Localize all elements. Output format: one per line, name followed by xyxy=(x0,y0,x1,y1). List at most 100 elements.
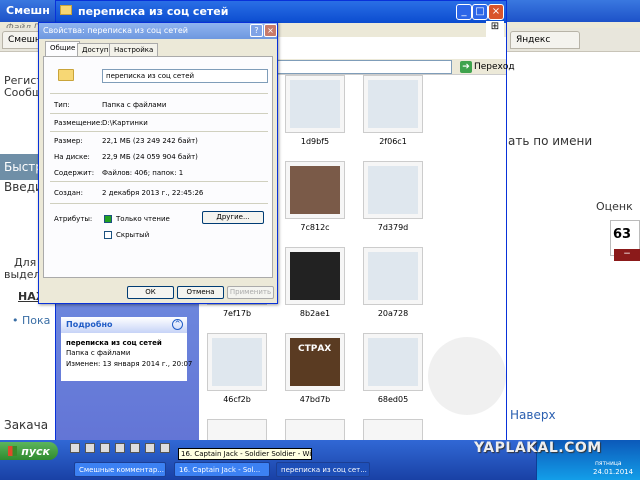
help-icon[interactable]: ? xyxy=(250,24,263,37)
go-arrow-icon: ➔ xyxy=(460,61,472,73)
cancel-button[interactable]: Отмена xyxy=(177,286,224,299)
page-link[interactable]: • Пока xyxy=(12,314,50,327)
tray-day: пятница xyxy=(595,460,622,467)
attributes-label: Атрибуты: xyxy=(54,215,93,223)
prop-value: D:\Картинки xyxy=(102,119,148,127)
start-button[interactable]: пуск xyxy=(0,442,58,460)
prop-label: Создан: xyxy=(54,189,83,197)
divider xyxy=(50,181,268,182)
thumbnail-label: 2f06c1 xyxy=(379,137,407,146)
address-input[interactable] xyxy=(274,60,452,74)
thumbnail[interactable] xyxy=(207,419,267,441)
prop-value: 2 декабря 2013 г., 22:45:26 xyxy=(102,189,204,197)
prop-label: Содержит: xyxy=(54,169,95,177)
quick-launch xyxy=(70,443,170,453)
details-title: Подробно xyxy=(66,320,113,329)
divider xyxy=(50,203,268,204)
close-icon[interactable]: × xyxy=(488,4,504,20)
winamp-tooltip: 16. Captain Jack - Soldier Soldier - Win… xyxy=(178,448,312,460)
divider xyxy=(50,131,268,132)
details-modified: Изменен: 13 января 2014 г., 20:07 xyxy=(66,360,193,368)
minimize-icon[interactable]: _ xyxy=(456,4,472,20)
close-icon[interactable]: × xyxy=(264,24,277,37)
readonly-label: Только чтение xyxy=(116,215,170,223)
dialog-title: Свойства: переписка из соц сетей xyxy=(39,23,277,39)
browser-tab[interactable]: Яндекс xyxy=(510,31,580,49)
thumbnail[interactable] xyxy=(285,161,345,219)
prop-value: Файлов: 406; папок: 1 xyxy=(102,169,184,177)
tab-customize[interactable]: Настройка xyxy=(109,43,159,57)
hidden-checkbox[interactable] xyxy=(104,231,112,239)
go-button[interactable]: ➔ Переход xyxy=(458,59,517,75)
folder-icon xyxy=(60,5,72,15)
thumbnail-label: 46cf2b xyxy=(223,395,251,404)
thumbnail[interactable] xyxy=(363,247,423,305)
windows-logo-icon xyxy=(8,446,18,456)
page-text: Закача xyxy=(4,418,49,432)
properties-dialog: Свойства: переписка из соц сетей ? × Общ… xyxy=(38,22,278,304)
watermark-logo xyxy=(428,337,506,415)
folder-name-input[interactable]: переписка из соц сетей xyxy=(102,69,268,83)
quicklaunch-icon[interactable] xyxy=(145,443,155,453)
thumbnail-caption: СТРАХ xyxy=(298,344,332,354)
details-header[interactable]: Подробно ^ xyxy=(61,317,187,333)
rating-label: Оценк xyxy=(596,200,633,213)
explorer-title-bar: переписка из соц сетей xyxy=(56,1,506,23)
explorer-title: переписка из соц сетей xyxy=(78,5,229,18)
thumbnail[interactable]: СТРАХ xyxy=(285,333,345,391)
top-link[interactable]: Наверх xyxy=(510,408,556,422)
thumbnail[interactable] xyxy=(207,333,267,391)
apply-button[interactable]: Применить xyxy=(227,286,274,299)
readonly-checkbox[interactable] xyxy=(104,215,112,223)
prop-value: 22,9 МБ (24 059 904 байт) xyxy=(102,153,198,161)
page-text: выдел xyxy=(4,268,41,281)
thumbnail-label: 1d9bf5 xyxy=(300,137,330,146)
prop-label: На диске: xyxy=(54,153,90,161)
ok-button[interactable]: ОК xyxy=(127,286,174,299)
divider xyxy=(50,93,268,94)
prop-label: Размещение: xyxy=(54,119,103,127)
browser-title: Смешн xyxy=(6,4,50,17)
site-watermark: YAPLAKAL.COM xyxy=(474,440,602,456)
thumbnail[interactable] xyxy=(285,419,345,441)
tab-sharing[interactable]: Доступ xyxy=(77,43,114,57)
go-label: Переход xyxy=(474,62,515,72)
quicklaunch-icon[interactable] xyxy=(160,443,170,453)
thumbnail[interactable] xyxy=(285,247,345,305)
task-button[interactable]: Смешные комментар... xyxy=(74,462,166,477)
rating-minus-button[interactable]: − xyxy=(614,249,640,261)
quicklaunch-icon[interactable] xyxy=(115,443,125,453)
thumbnail-label: 7ef17b xyxy=(222,309,252,318)
thumbnail[interactable] xyxy=(363,333,423,391)
sort-link[interactable]: ать по имени xyxy=(508,134,592,148)
quicklaunch-icon[interactable] xyxy=(130,443,140,453)
thumbnail-label: 68ed05 xyxy=(377,395,409,404)
details-type: Папка с файлами xyxy=(66,349,131,357)
thumbnail-label: 7c812c xyxy=(300,223,330,232)
thumbnail-label: 20a728 xyxy=(377,309,409,318)
thumbnail[interactable] xyxy=(285,75,345,133)
thumbnail[interactable] xyxy=(363,419,423,441)
task-button[interactable]: 16. Captain Jack - Sol... xyxy=(174,462,270,477)
prop-label: Тип: xyxy=(54,101,70,109)
maximize-icon[interactable]: □ xyxy=(472,4,488,20)
thumbnail-label: 8b2ae1 xyxy=(299,309,331,318)
hidden-label: Скрытый xyxy=(116,231,150,239)
prop-value: 22,1 МБ (23 249 242 байт) xyxy=(102,137,198,145)
tray-date[interactable]: 24.01.2014 xyxy=(593,468,633,476)
folder-icon xyxy=(58,69,74,81)
thumbnail[interactable] xyxy=(363,75,423,133)
details-panel: Подробно ^ переписка из соц сетей Папка с… xyxy=(61,317,192,381)
thumbnail-label: 47bd7b xyxy=(299,395,331,404)
thumbnail[interactable] xyxy=(363,161,423,219)
thumbnail-label: 7d379d xyxy=(377,223,409,232)
task-button[interactable]: переписка из соц сет... xyxy=(276,462,370,477)
quicklaunch-icon[interactable] xyxy=(70,443,80,453)
prop-label: Размер: xyxy=(54,137,83,145)
advanced-button[interactable]: Другие... xyxy=(202,211,264,224)
collapse-icon[interactable]: ^ xyxy=(172,319,183,330)
quicklaunch-icon[interactable] xyxy=(85,443,95,453)
tab-general[interactable]: Общие xyxy=(45,41,81,57)
quicklaunch-icon[interactable] xyxy=(100,443,110,453)
divider xyxy=(50,113,268,114)
